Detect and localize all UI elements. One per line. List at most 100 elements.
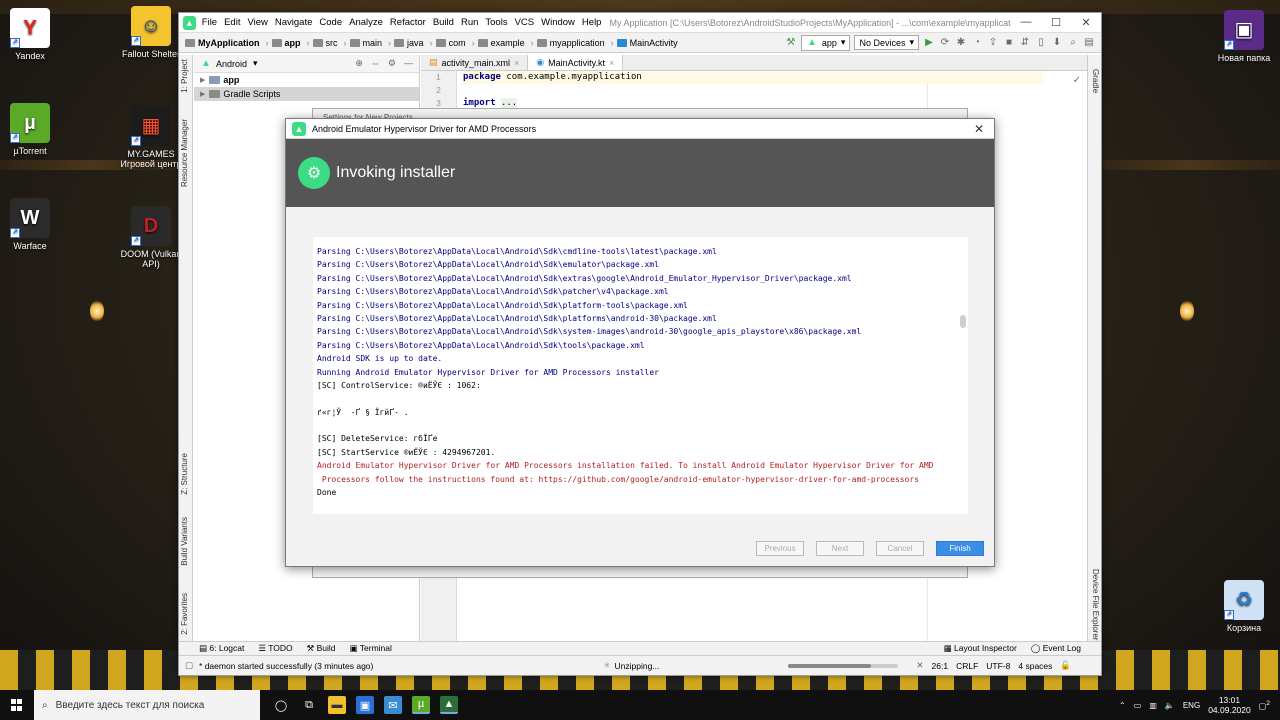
- breadcrumb-item[interactable]: src: [312, 38, 338, 48]
- start-button[interactable]: [0, 690, 34, 720]
- panel-toggle-icon[interactable]: ▢: [185, 660, 193, 671]
- collapse-icon[interactable]: ⇔: [371, 58, 380, 69]
- menu-help[interactable]: Help: [582, 17, 602, 28]
- run-config-select[interactable]: ▲ app ▾: [800, 34, 851, 51]
- layout-icon[interactable]: ▤: [1083, 37, 1095, 49]
- stop-icon[interactable]: ■: [1003, 37, 1015, 49]
- clock[interactable]: 13:01 04.09.2020: [1208, 695, 1251, 715]
- close-icon[interactable]: ×: [514, 58, 519, 68]
- file-explorer-icon[interactable]: ▬: [328, 696, 346, 714]
- previous-button[interactable]: Previous: [756, 541, 804, 556]
- debug-icon[interactable]: ✱: [955, 37, 967, 49]
- apply-changes-icon[interactable]: ⟳: [939, 37, 951, 49]
- breadcrumb-item[interactable]: java: [394, 38, 424, 48]
- run-icon[interactable]: ▶: [923, 37, 935, 49]
- desktop-icon-0[interactable]: Y ↗ Yandex: [0, 8, 66, 61]
- tree-item-app[interactable]: ▶ app: [194, 73, 419, 87]
- tab-layout-inspector[interactable]: ▦ Layout Inspector: [944, 643, 1017, 654]
- menu-analyze[interactable]: Analyze: [349, 17, 383, 28]
- tab-device-file-explorer[interactable]: Device File Explorer: [1091, 569, 1100, 641]
- utorrent-icon[interactable]: µ: [412, 696, 430, 714]
- code-content[interactable]: package com.example.myapplication import…: [463, 71, 1043, 110]
- close-icon[interactable]: ✕: [916, 660, 923, 671]
- breadcrumb-item[interactable]: MainActivity: [616, 38, 678, 48]
- volume-icon[interactable]: 🔈: [1165, 701, 1175, 710]
- desktop-icon-mid-1[interactable]: ▦ ↗ MY.GAMES Игровой центр: [115, 106, 187, 169]
- breadcrumb-item[interactable]: com: [435, 38, 466, 48]
- log-scrollbar[interactable]: [960, 315, 966, 329]
- breadcrumb-item[interactable]: MyApplication: [185, 38, 260, 48]
- network-icon[interactable]: ▥: [1149, 701, 1157, 710]
- hide-icon[interactable]: —: [404, 58, 413, 69]
- language-indicator[interactable]: ENG: [1183, 701, 1200, 710]
- tab-favorites[interactable]: 2: Favorites: [180, 593, 189, 635]
- desktop-icon-2[interactable]: W ↗ Warface: [0, 198, 66, 251]
- menu-file[interactable]: File: [202, 17, 217, 28]
- sync-icon[interactable]: ⇵: [1019, 37, 1031, 49]
- device-select[interactable]: No Devices ▾: [854, 35, 919, 50]
- breadcrumb-item[interactable]: example: [477, 38, 525, 48]
- close-icon[interactable]: ×: [609, 58, 614, 68]
- file-encoding[interactable]: UTF-8: [986, 661, 1010, 671]
- status-message[interactable]: * daemon started successfully (3 minutes…: [199, 661, 373, 671]
- tab-mainactivity-kt[interactable]: ◉ MainActivity.kt ×: [528, 55, 624, 70]
- notification-icon[interactable]: ▢2: [1259, 700, 1270, 711]
- tab-build-variants[interactable]: Build Variants: [180, 517, 189, 566]
- mail-icon[interactable]: ✉: [384, 696, 402, 714]
- finish-button[interactable]: Finish: [936, 541, 984, 556]
- menu-build[interactable]: Build: [433, 17, 454, 28]
- android-studio-taskbar-icon[interactable]: ▲: [440, 696, 458, 714]
- project-view-select[interactable]: ▲ Android ▾ ⊕ ⇔ ⚙ —: [194, 55, 419, 73]
- desktop-icon-mid-2[interactable]: D ↗ DOOM (Vulkan API): [115, 206, 187, 269]
- breadcrumb-item[interactable]: main: [349, 38, 382, 48]
- menu-run[interactable]: Run: [461, 17, 478, 28]
- minimize-button[interactable]: —: [1011, 16, 1041, 29]
- tab-gradle[interactable]: Gradle: [1091, 69, 1100, 93]
- caret-position[interactable]: 26:1: [932, 661, 949, 671]
- maximize-button[interactable]: ☐: [1041, 16, 1071, 29]
- search-icon[interactable]: ⌕: [1067, 37, 1079, 49]
- lock-icon[interactable]: 🔓: [1060, 660, 1071, 671]
- cortana-icon[interactable]: ◯: [272, 696, 290, 714]
- tab-project[interactable]: 1: Project: [180, 59, 189, 93]
- status-task[interactable]: Unzipping...: [615, 661, 660, 671]
- taskbar-search[interactable]: ⌕ Введите здесь текст для поиска: [34, 690, 260, 720]
- desktop-icon-right-0[interactable]: ▣ ↗ Новая папка: [1208, 10, 1280, 63]
- desktop-icon-1[interactable]: µ ↗ µTorrent: [0, 103, 66, 156]
- avd-manager-icon[interactable]: ▯: [1035, 37, 1047, 49]
- tab-build[interactable]: ⚒ Build: [307, 643, 336, 654]
- task-view-icon[interactable]: ⧉: [300, 696, 318, 714]
- dialog-close-button[interactable]: ✕: [964, 122, 994, 136]
- indent-setting[interactable]: 4 spaces: [1018, 661, 1052, 671]
- line-separator[interactable]: CRLF: [956, 661, 978, 671]
- cancel-button[interactable]: Cancel: [876, 541, 924, 556]
- next-button[interactable]: Next: [816, 541, 864, 556]
- battery-icon[interactable]: ▭: [1134, 701, 1142, 710]
- tab-structure[interactable]: Z: Structure: [180, 453, 189, 495]
- menu-window[interactable]: Window: [541, 17, 575, 28]
- installer-log[interactable]: Parsing C:\Users\Botorez\AppData\Local\A…: [313, 237, 968, 514]
- profile-icon[interactable]: ◔: [971, 37, 983, 49]
- tab-terminal[interactable]: ▣ Terminal: [350, 643, 392, 654]
- tab-logcat[interactable]: ▤ 6: Logcat: [199, 643, 244, 654]
- tab-activity-main-xml[interactable]: ▤ activity_main.xml ×: [421, 55, 529, 70]
- menu-tools[interactable]: Tools: [485, 17, 507, 28]
- desktop-icon-right-1[interactable]: ♻ ↗ Корзина: [1208, 580, 1280, 633]
- sdk-manager-icon[interactable]: ⬇: [1051, 37, 1063, 49]
- menu-refactor[interactable]: Refactor: [390, 17, 426, 28]
- hammer-icon[interactable]: ⚒: [785, 37, 797, 49]
- breadcrumb-item[interactable]: myapplication: [536, 38, 605, 48]
- breadcrumb-item[interactable]: app: [271, 38, 301, 48]
- store-icon[interactable]: ▣: [356, 696, 374, 714]
- menu-navigate[interactable]: Navigate: [275, 17, 313, 28]
- menu-view[interactable]: View: [247, 17, 267, 28]
- attach-debugger-icon[interactable]: ⇪: [987, 37, 999, 49]
- gear-icon[interactable]: ⚙: [388, 58, 396, 69]
- menu-code[interactable]: Code: [319, 17, 342, 28]
- chevron-up-icon[interactable]: ⌃: [1119, 701, 1126, 710]
- tab-resource-manager[interactable]: Resource Manager: [180, 119, 189, 187]
- tab-event-log[interactable]: ◯ Event Log: [1031, 643, 1081, 654]
- desktop-icon-mid-0[interactable]: ☺ ↗ Fallout Shelter: [115, 6, 187, 59]
- menu-edit[interactable]: Edit: [224, 17, 240, 28]
- tab-todo[interactable]: ☰ TODO: [258, 643, 292, 654]
